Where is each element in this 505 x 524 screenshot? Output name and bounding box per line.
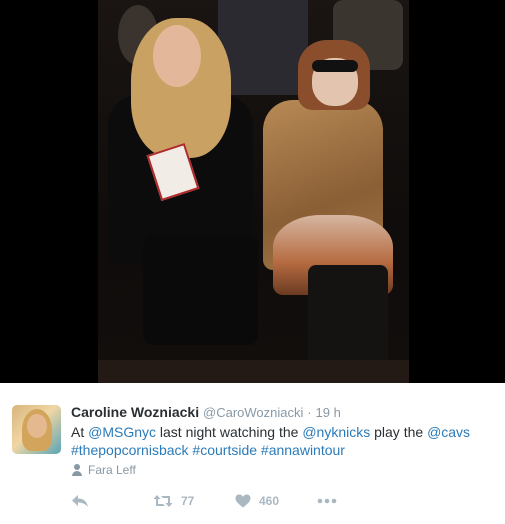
reply-icon [72, 495, 88, 507]
more-icon [317, 498, 337, 504]
retweet-icon [153, 495, 173, 507]
tagged-person-name[interactable]: Fara Leff [88, 462, 136, 478]
photo-sunglasses [312, 60, 358, 72]
tweet-media[interactable] [0, 0, 505, 383]
retweet-button[interactable]: 77 [153, 494, 235, 508]
mention-link[interactable]: @MSGnyc [88, 424, 156, 440]
tweet-header: Caroline Wozniacki @CaroWozniacki · 19 h [71, 403, 496, 422]
tagged-people[interactable]: Fara Leff [71, 462, 496, 478]
tweet-actions: 77 460 [71, 491, 491, 511]
hashtag-link[interactable]: #courtside [192, 442, 257, 458]
hashtag-link[interactable]: #annawintour [261, 442, 345, 458]
mention-link[interactable]: @nyknicks [302, 424, 370, 440]
photo-subject-left-legs [143, 235, 258, 345]
author-fullname[interactable]: Caroline Wozniacki [71, 404, 199, 420]
like-button[interactable]: 460 [235, 494, 317, 508]
person-icon [71, 464, 83, 476]
tweet-photo[interactable] [98, 0, 409, 383]
retweet-count: 77 [181, 494, 195, 508]
text-segment: last night watching the [156, 424, 303, 440]
text-segment: play the [370, 424, 428, 440]
tweet-content: Caroline Wozniacki @CaroWozniacki · 19 h… [71, 403, 496, 478]
photo-background-person [218, 0, 308, 95]
more-button[interactable] [317, 498, 337, 504]
tweet-text: At @MSGnyc last night watching the @nykn… [71, 423, 496, 459]
avatar[interactable] [12, 405, 61, 454]
text-segment: At [71, 424, 89, 440]
avatar-face [27, 414, 47, 438]
photo-subject-right-boots [308, 265, 388, 370]
photo-court-floor [98, 360, 409, 383]
hashtag-link[interactable]: #thepopcornisback [71, 442, 189, 458]
like-count: 460 [259, 494, 280, 508]
photo-subject-left-face [153, 25, 201, 87]
heart-icon [235, 494, 251, 508]
author-handle[interactable]: @CaroWozniacki [203, 405, 303, 420]
mention-link[interactable]: @cavs [427, 424, 470, 440]
header-separator: · [307, 405, 312, 420]
reply-button[interactable] [71, 494, 153, 508]
tweet-timestamp[interactable]: 19 h [316, 405, 341, 420]
